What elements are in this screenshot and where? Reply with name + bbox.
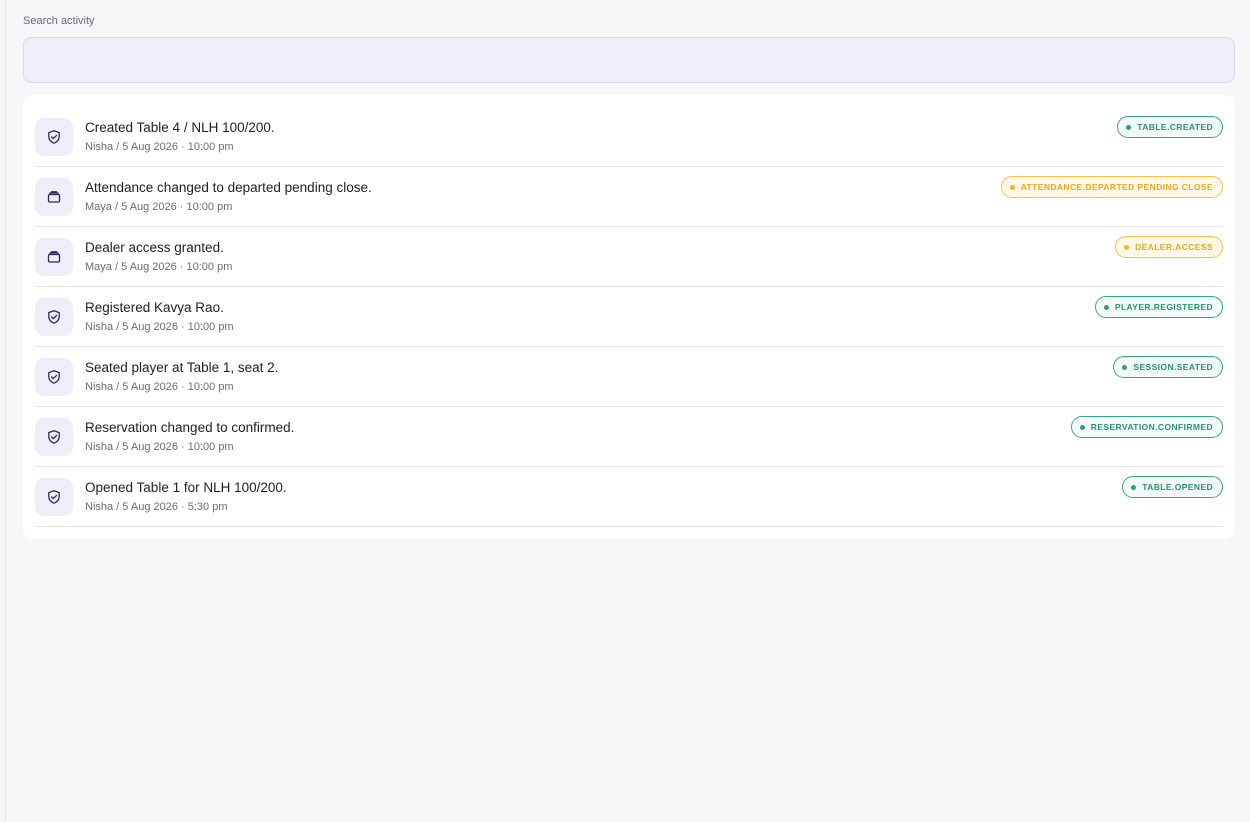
search-label: Search activity bbox=[23, 15, 95, 27]
badge-dot bbox=[1009, 184, 1015, 190]
activity-meta: Nisha / 5 Aug 2026 · 10:00 pm bbox=[85, 441, 234, 453]
status-badge: TABLE.OPENED bbox=[1122, 476, 1223, 498]
shield-check-icon bbox=[35, 298, 73, 336]
activity-title: Registered Kavya Rao. bbox=[85, 300, 224, 315]
status-badge: RESERVATION.CONFIRMED bbox=[1070, 416, 1223, 438]
activity-panel: Search activity Created Table 4 / NLH 10… bbox=[5, 0, 1250, 822]
activity-row[interactable]: Seated player at Table 1, seat 2. Nisha … bbox=[35, 347, 1223, 407]
shield-check-icon bbox=[35, 118, 73, 156]
badge-dot bbox=[1126, 124, 1132, 130]
wallet-icon bbox=[35, 238, 73, 276]
activity-title: Attendance changed to departed pending c… bbox=[85, 180, 372, 195]
badge-dot bbox=[1103, 304, 1109, 310]
activity-row[interactable]: Reservation changed to confirmed. Nisha … bbox=[35, 407, 1223, 467]
badge-dot bbox=[1122, 364, 1128, 370]
activity-title: Seated player at Table 1, seat 2. bbox=[85, 360, 279, 375]
badge-dot bbox=[1131, 484, 1137, 490]
activity-row[interactable]: Created Table 4 / NLH 100/200. Nisha / 5… bbox=[35, 107, 1223, 167]
badge-dot bbox=[1124, 244, 1130, 250]
status-badge: TABLE.CREATED bbox=[1117, 116, 1223, 138]
activity-row[interactable]: Dealer access granted. Maya / 5 Aug 2026… bbox=[35, 227, 1223, 287]
activity-meta: Nisha / 5 Aug 2026 · 10:00 pm bbox=[85, 141, 234, 153]
activity-row[interactable]: Opened Table 1 for NLH 100/200. Nisha / … bbox=[35, 467, 1223, 527]
badge-label: TABLE.OPENED bbox=[1142, 482, 1213, 492]
badge-label: DEALER.ACCESS bbox=[1135, 242, 1213, 252]
badge-dot bbox=[1079, 424, 1085, 430]
activity-meta: Nisha / 5 Aug 2026 · 10:00 pm bbox=[85, 381, 234, 393]
activity-title: Opened Table 1 for NLH 100/200. bbox=[85, 480, 287, 495]
activity-list: Created Table 4 / NLH 100/200. Nisha / 5… bbox=[23, 95, 1235, 539]
badge-label: SESSION.SEATED bbox=[1133, 362, 1213, 372]
shield-check-icon bbox=[35, 478, 73, 516]
badge-label: PLAYER.REGISTERED bbox=[1114, 302, 1213, 312]
wallet-icon bbox=[35, 178, 73, 216]
activity-row[interactable]: Attendance changed to departed pending c… bbox=[35, 167, 1223, 227]
badge-label: TABLE.CREATED bbox=[1137, 122, 1213, 132]
shield-check-icon bbox=[35, 358, 73, 396]
activity-title: Reservation changed to confirmed. bbox=[85, 420, 295, 435]
badge-label: ATTENDANCE.DEPARTED PENDING CLOSE bbox=[1020, 182, 1213, 192]
status-badge: PLAYER.REGISTERED bbox=[1094, 296, 1223, 318]
status-badge: SESSION.SEATED bbox=[1113, 356, 1223, 378]
activity-row[interactable]: Registered Kavya Rao. Nisha / 5 Aug 2026… bbox=[35, 287, 1223, 347]
activity-title: Created Table 4 / NLH 100/200. bbox=[85, 120, 275, 135]
activity-meta: Maya / 5 Aug 2026 · 10:00 pm bbox=[85, 201, 233, 213]
search-activity-input[interactable] bbox=[23, 37, 1235, 83]
activity-meta: Maya / 5 Aug 2026 · 10:00 pm bbox=[85, 261, 233, 273]
status-badge: DEALER.ACCESS bbox=[1115, 236, 1223, 258]
activity-meta: Nisha / 5 Aug 2026 · 10:00 pm bbox=[85, 321, 234, 333]
activity-meta: Nisha / 5 Aug 2026 · 5:30 pm bbox=[85, 501, 228, 513]
activity-title: Dealer access granted. bbox=[85, 240, 224, 255]
status-badge: ATTENDANCE.DEPARTED PENDING CLOSE bbox=[1000, 176, 1223, 198]
shield-check-icon bbox=[35, 418, 73, 456]
badge-label: RESERVATION.CONFIRMED bbox=[1090, 422, 1213, 432]
